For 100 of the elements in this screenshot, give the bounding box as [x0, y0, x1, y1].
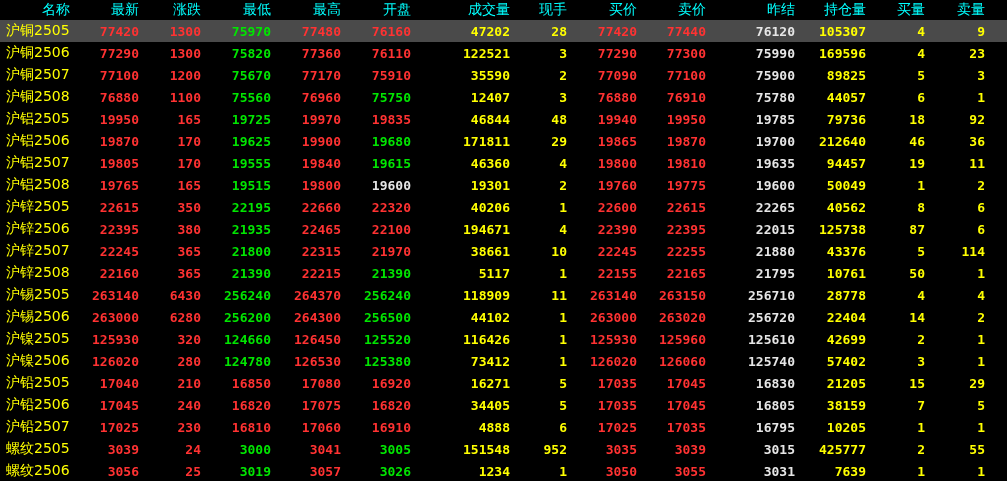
contract-name: 沪铝2507 [5, 154, 70, 172]
table-cell-text: 1 [558, 353, 567, 369]
contract-name: 沪铜2508 [5, 88, 70, 106]
table-cell-text: 240 [176, 397, 201, 413]
quote-row[interactable]: 沪铝2507 19805 170 19555 19840 19615 46360 4 19800 19810 19635 94457 19 11 [0, 152, 1007, 174]
quote-row[interactable]: 沪锡2505 263140 6430 256240 264370 256240 118909 11 263140 263150 256710 28778 4 4 [0, 284, 1007, 306]
column-header[interactable]: 名称 [0, 1, 70, 19]
table-cell-text: 263150 [658, 287, 706, 303]
table-cell-text: 16271 [469, 375, 510, 391]
table-cell-text: 22255 [665, 243, 706, 259]
table-cell-text: 22165 [665, 265, 706, 281]
table-cell-text: 125520 [363, 331, 411, 347]
table-cell-text: 92 [968, 111, 985, 127]
table-cell-text: 5 [558, 375, 567, 391]
table-cell-text: 38159 [825, 397, 866, 413]
table-cell-text: 22615 [665, 199, 706, 215]
quote-row[interactable]: 沪铜2508 76880 1100 75560 76960 75750 12407 3 76880 76910 75780 44057 6 1 [0, 86, 1007, 108]
column-header[interactable]: 买量 [866, 1, 925, 19]
table-cell-text: 3026 [378, 463, 411, 479]
table-cell-text: 77090 [596, 67, 637, 83]
table-cell-text: 19840 [300, 155, 341, 171]
quote-row[interactable]: 沪锡2506 263000 6280 256200 264300 256500 44102 1 263000 263020 256720 22404 14 2 [0, 306, 1007, 328]
contract-name: 沪锌2508 [5, 264, 70, 282]
table-cell-text: 3056 [106, 463, 139, 479]
quote-row[interactable]: 沪锌2507 22245 365 21800 22315 21970 38661 10 22245 22255 21880 43376 5 114 [0, 240, 1007, 262]
table-cell-text: 165 [176, 111, 201, 127]
column-header[interactable]: 卖量 [925, 1, 985, 19]
table-cell-text: 46360 [469, 155, 510, 171]
column-header[interactable]: 最低 [201, 1, 271, 19]
column-header[interactable]: 涨跌 [139, 1, 201, 19]
table-cell-text: 76960 [300, 89, 341, 105]
table-cell-text: 10 [550, 243, 567, 259]
column-header[interactable]: 买价 [567, 1, 637, 19]
table-cell-text: 1300 [168, 45, 201, 61]
table-cell-text: 22245 [596, 243, 637, 259]
table-cell-text: 3019 [238, 463, 271, 479]
table-cell-text: 105307 [818, 23, 866, 39]
table-cell-text: 75900 [754, 67, 795, 83]
contract-name: 沪铝2508 [5, 176, 70, 194]
table-cell-text: 18 [908, 111, 925, 127]
table-cell-text: 16850 [230, 375, 271, 391]
column-header[interactable]: 持仓量 [795, 1, 866, 19]
table-cell-text: 230 [176, 419, 201, 435]
quote-row[interactable]: 沪锌2506 22395 380 21935 22465 22100 194671 4 22390 22395 22015 125738 87 6 [0, 218, 1007, 240]
quote-row[interactable]: 沪铅2505 17040 210 16850 17080 16920 16271 5 17035 17045 16830 21205 15 29 [0, 372, 1007, 394]
table-cell-text: 125380 [363, 353, 411, 369]
table-cell-text: 170 [176, 133, 201, 149]
column-header[interactable]: 最新 [70, 1, 139, 19]
table-cell-text: 3 [916, 353, 925, 369]
table-cell-text: 1 [976, 419, 985, 435]
table-cell-text: 22160 [98, 265, 139, 281]
table-cell-text: 77440 [665, 23, 706, 39]
table-cell-text: 19950 [665, 111, 706, 127]
table-cell-text: 22195 [230, 199, 271, 215]
table-cell-text: 6 [976, 221, 985, 237]
table-cell-text: 11 [550, 287, 567, 303]
table-cell-text: 2 [976, 309, 985, 325]
column-header[interactable]: 开盘 [341, 1, 411, 19]
quote-row[interactable]: 沪铜2505 77420 1300 75970 77480 76160 47202 28 77420 77440 76120 105307 4 9 [0, 20, 1007, 42]
quote-row[interactable]: 沪镍2506 126020 280 124780 126530 125380 73412 1 126020 126060 125740 57402 3 1 [0, 350, 1007, 372]
table-cell-text: 6280 [168, 309, 201, 325]
column-header[interactable]: 卖价 [637, 1, 706, 19]
table-cell-text: 29 [550, 133, 567, 149]
contract-name: 沪铜2505 [5, 22, 70, 40]
quote-row[interactable]: 沪锌2505 22615 350 22195 22660 22320 40206 1 22600 22615 22265 40562 8 6 [0, 196, 1007, 218]
table-cell-text: 75560 [230, 89, 271, 105]
quote-row[interactable]: 螺纹2506 3056 25 3019 3057 3026 1234 1 3050 3055 3031 7639 1 1 [0, 460, 1007, 481]
table-cell-text: 10761 [825, 265, 866, 281]
table-cell-text: 114 [960, 243, 985, 259]
quote-row[interactable]: 沪铜2506 77290 1300 75820 77360 76110 122521 3 77290 77300 75990 169596 4 23 [0, 42, 1007, 64]
column-header[interactable]: 成交量 [411, 1, 510, 19]
column-header[interactable]: 最高 [271, 1, 341, 19]
contract-name: 螺纹2506 [5, 462, 70, 480]
table-cell-text: 19725 [230, 111, 271, 127]
table-cell-text: 16910 [370, 419, 411, 435]
column-header[interactable]: 昨结 [706, 1, 795, 19]
column-header[interactable]: 现手 [510, 1, 567, 19]
table-cell-text: 28778 [825, 287, 866, 303]
quote-row[interactable]: 沪铅2507 17025 230 16810 17060 16910 4888 6 17025 17035 16795 10205 1 1 [0, 416, 1007, 438]
quote-row[interactable]: 沪铝2508 19765 165 19515 19800 19600 19301 2 19760 19775 19600 50049 1 2 [0, 174, 1007, 196]
quote-row[interactable]: 沪铅2506 17045 240 16820 17075 16820 34405 5 17035 17045 16805 38159 7 5 [0, 394, 1007, 416]
quote-row[interactable]: 沪铝2505 19950 165 19725 19970 19835 46844 48 19940 19950 19785 79736 18 92 [0, 108, 1007, 130]
quote-row[interactable]: 沪锌2508 22160 365 21390 22215 21390 5117 1 22155 22165 21795 10761 50 1 [0, 262, 1007, 284]
table-cell-text: 5 [916, 243, 925, 259]
table-cell-text: 77290 [596, 45, 637, 61]
quote-row[interactable]: 沪镍2505 125930 320 124660 126450 125520 116426 1 125930 125960 125610 42699 2 1 [0, 328, 1007, 350]
table-cell-text: 280 [176, 353, 201, 369]
table-cell-text: 16830 [754, 375, 795, 391]
table-cell-text: 6 [558, 419, 567, 435]
quote-row[interactable]: 螺纹2505 3039 24 3000 3041 3005 151548 952 3035 3039 3015 425777 2 55 [0, 438, 1007, 460]
table-cell-text: 19970 [300, 111, 341, 127]
quote-row[interactable]: 沪铝2506 19870 170 19625 19900 19680 171811 29 19865 19870 19700 212640 46 36 [0, 130, 1007, 152]
table-cell-text: 1 [976, 463, 985, 479]
table-cell-text: 55 [968, 441, 985, 457]
table-cell-text: 77100 [665, 67, 706, 83]
table-cell-text: 7 [916, 397, 925, 413]
table-cell-text: 952 [542, 441, 567, 457]
table-cell-text: 76120 [754, 23, 795, 39]
table-cell-text: 125930 [91, 331, 139, 347]
quote-row[interactable]: 沪铜2507 77100 1200 75670 77170 75910 35590 2 77090 77100 75900 89825 5 3 [0, 64, 1007, 86]
